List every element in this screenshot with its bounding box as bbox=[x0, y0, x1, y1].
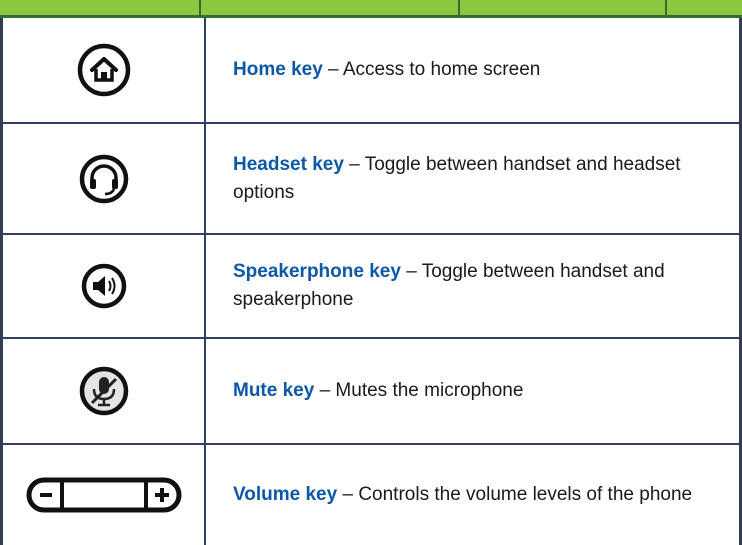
mute-icon bbox=[79, 366, 128, 416]
headset-icon bbox=[79, 154, 128, 203]
icon-cell bbox=[3, 124, 204, 233]
text-cell: Home key – Access to home screen bbox=[233, 18, 729, 122]
icon-cell bbox=[3, 445, 204, 545]
phone-keys-reference: Home key – Access to home screen Headset… bbox=[0, 0, 742, 545]
key-detail: – Access to home screen bbox=[322, 59, 541, 80]
key-name: Speakerphone key bbox=[233, 261, 401, 282]
text-cell: Volume key – Controls the volume levels … bbox=[233, 445, 729, 545]
header-divider bbox=[458, 0, 460, 16]
home-icon bbox=[77, 43, 130, 97]
table-row: Headset key – Toggle between handset and… bbox=[3, 124, 739, 235]
table-row: Home key – Access to home screen bbox=[3, 18, 739, 124]
key-description: Volume key – Controls the volume levels … bbox=[233, 481, 692, 509]
key-description: Headset key – Toggle between handset and… bbox=[233, 151, 729, 207]
text-cell: Speakerphone key – Toggle between handse… bbox=[233, 235, 729, 337]
key-name: Headset key bbox=[233, 153, 344, 175]
key-name: Volume key bbox=[233, 484, 338, 505]
table-row: Mute key – Mutes the microphone bbox=[3, 339, 739, 445]
volume-icon bbox=[26, 477, 181, 513]
key-description: Mute key – Mutes the microphone bbox=[233, 377, 523, 405]
speaker-icon bbox=[81, 263, 126, 309]
key-detail: – Mutes the microphone bbox=[314, 380, 524, 401]
table-row: Volume key – Controls the volume levels … bbox=[3, 445, 739, 545]
header-divider bbox=[199, 0, 201, 16]
key-name: Mute key bbox=[233, 380, 315, 401]
key-name: Home key bbox=[233, 59, 323, 80]
key-description: Home key – Access to home screen bbox=[233, 56, 540, 84]
keys-table: Home key – Access to home screen Headset… bbox=[0, 18, 742, 545]
table-row: Speakerphone key – Toggle between handse… bbox=[3, 235, 739, 339]
icon-cell bbox=[3, 339, 204, 443]
table-header-bar bbox=[0, 0, 742, 18]
text-cell: Mute key – Mutes the microphone bbox=[233, 339, 729, 443]
icon-cell bbox=[3, 18, 204, 122]
header-divider bbox=[665, 0, 667, 16]
icon-cell bbox=[3, 235, 204, 337]
text-cell: Headset key – Toggle between handset and… bbox=[233, 124, 729, 233]
key-description: Speakerphone key – Toggle between handse… bbox=[233, 258, 729, 314]
key-detail: – Controls the volume levels of the phon… bbox=[337, 484, 693, 505]
